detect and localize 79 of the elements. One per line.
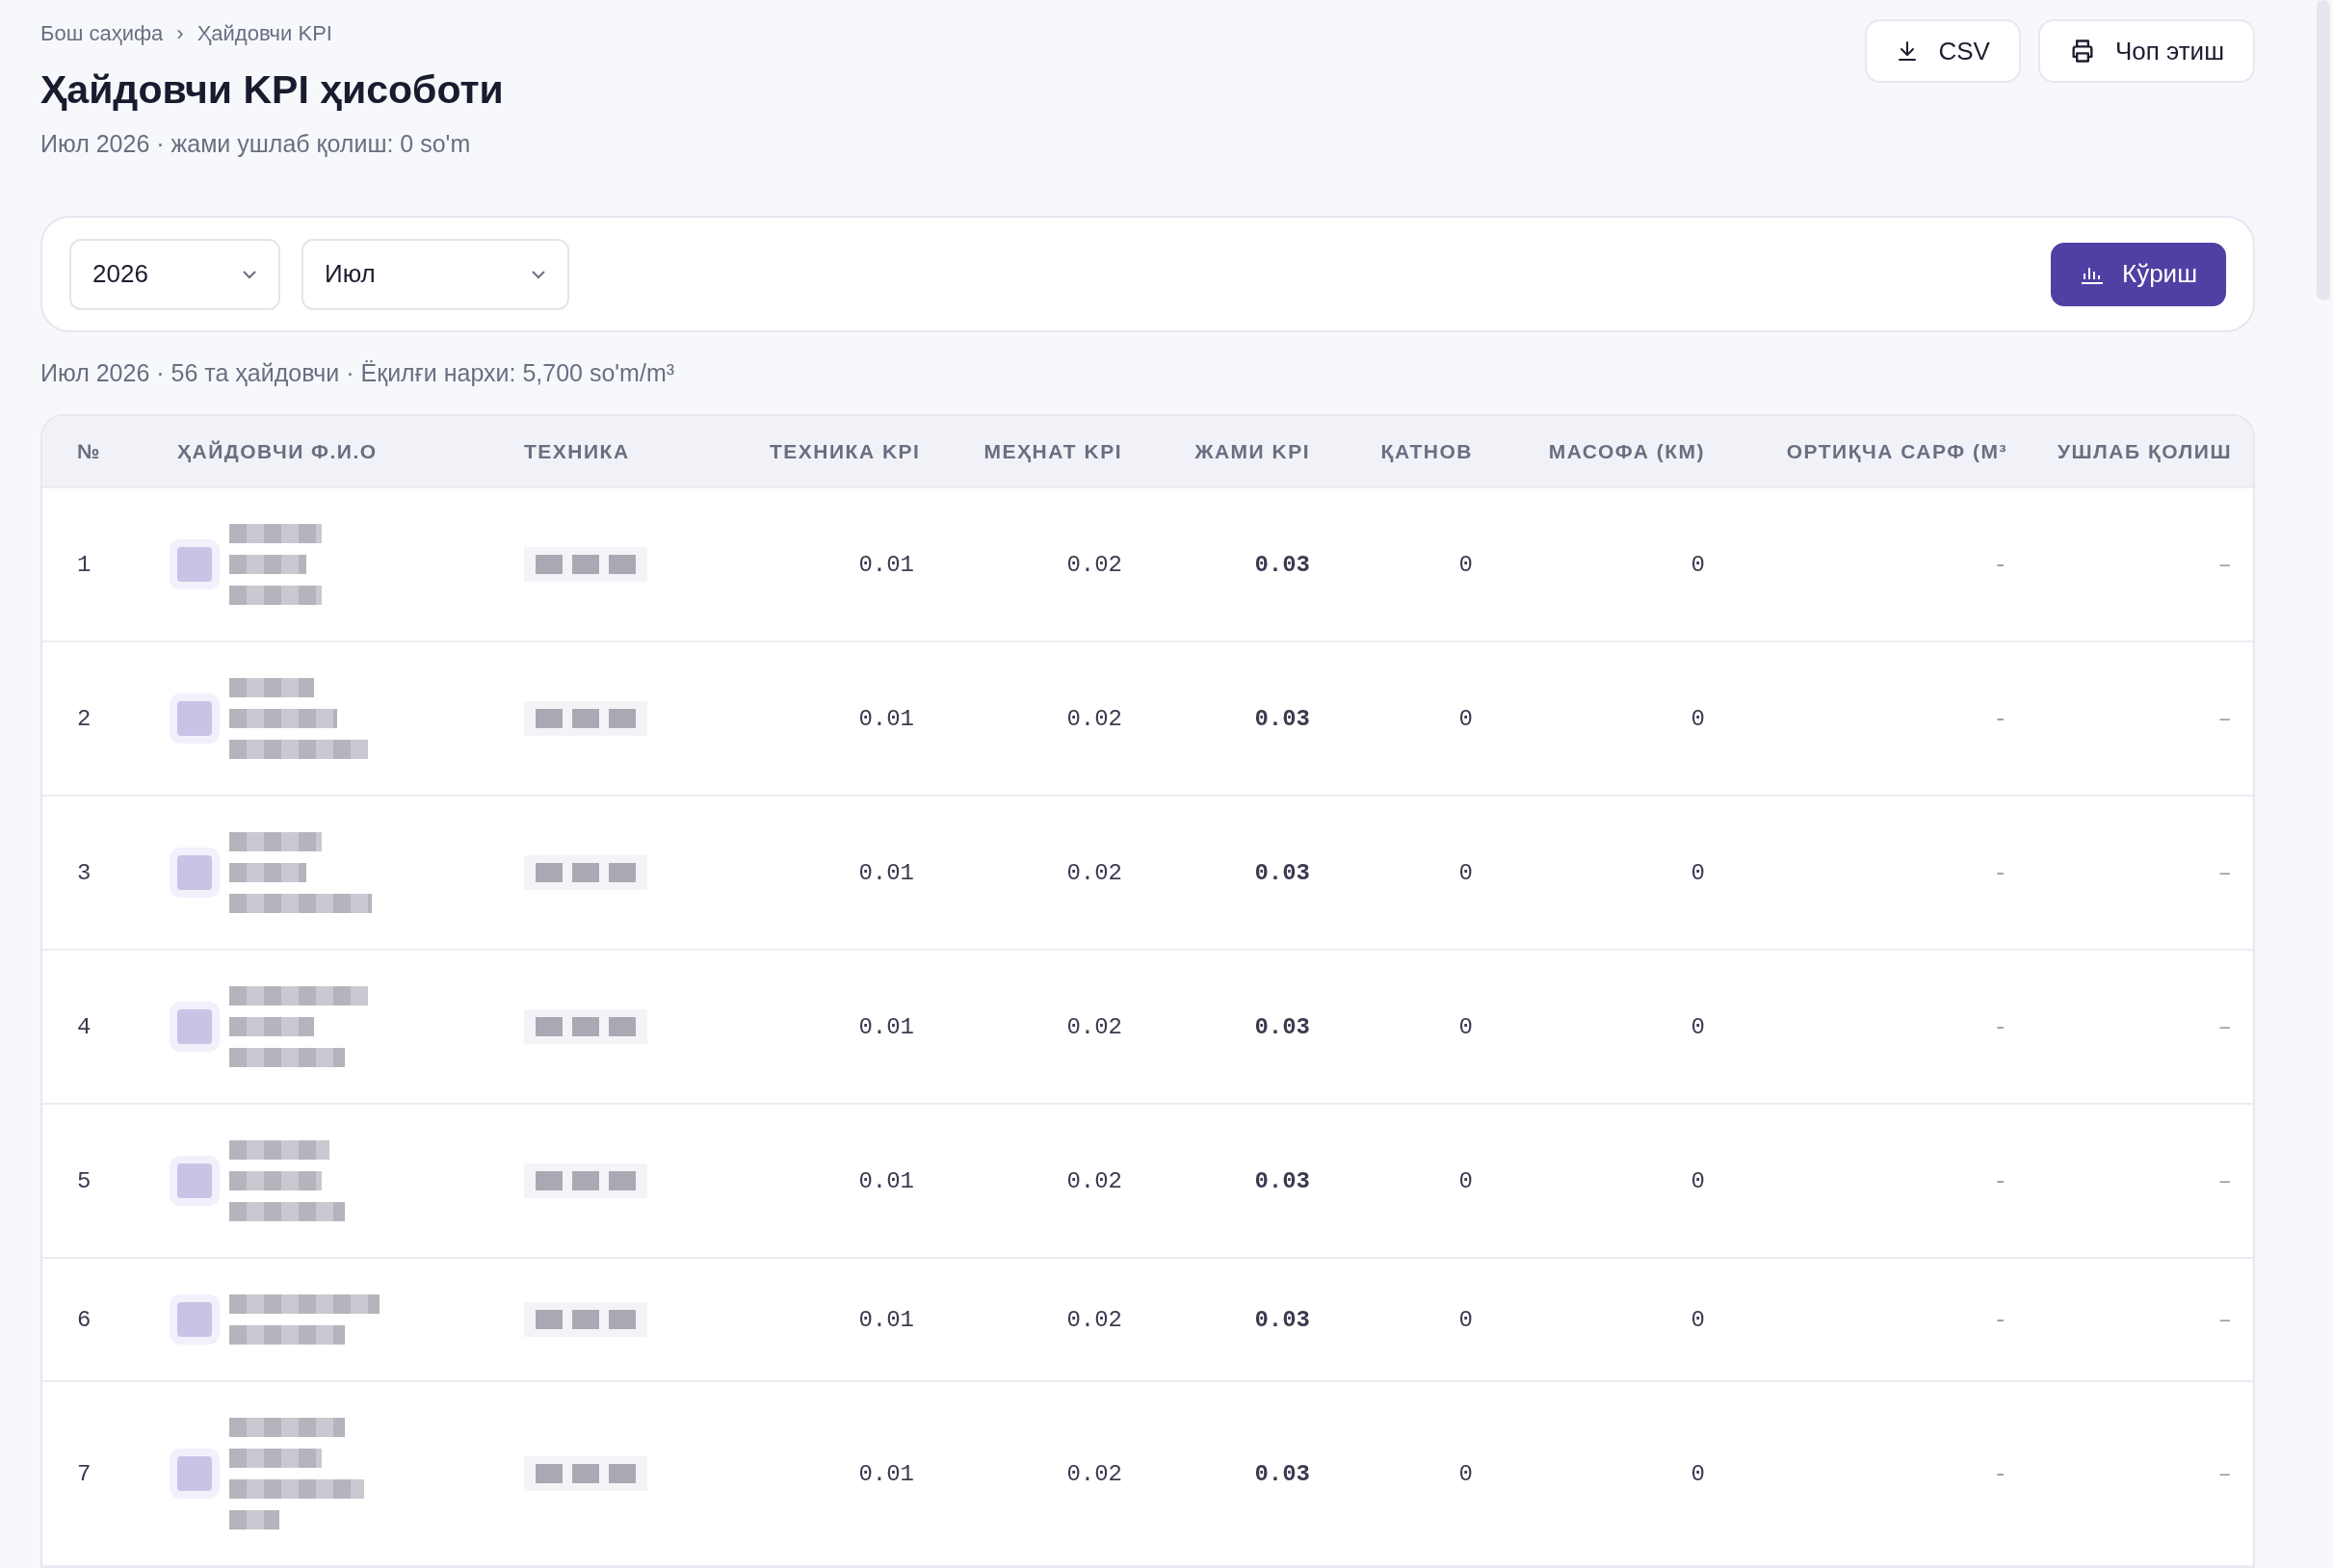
table-cell-text: 0 (1457, 1306, 1474, 1333)
table-cell-text: 0 (1690, 1167, 1706, 1194)
table-cell-text: 0 (1690, 1306, 1706, 1333)
table-cell-text: 0.01 (857, 859, 915, 886)
table-cell-text: 0.02 (1065, 1306, 1123, 1333)
column-header: УШЛАБ ҚОЛИШ (2057, 439, 2232, 462)
table-cell-text: 0 (1457, 1013, 1474, 1040)
table-cell-text: – (2216, 705, 2233, 732)
table-cell-text: 0.03 (1253, 859, 1311, 886)
row-number: 2 (76, 705, 92, 732)
table-cell-text: – (2216, 1460, 2233, 1487)
column-header: ОРТИҚЧА САРФ (М³ (1786, 439, 2007, 462)
table-cell-text: - (1992, 551, 2008, 578)
table-cell-text: - (1992, 859, 2008, 886)
dropdown[interactable]: 2026 (69, 238, 280, 310)
table-cell-text: – (2216, 1167, 2233, 1194)
breadcrumb-link[interactable]: Ҳайдовчи KPI (197, 21, 332, 46)
table-cell-text: 0.01 (857, 1306, 915, 1333)
table-cell-text: - (1992, 705, 2008, 732)
chevron-down-icon (531, 269, 546, 279)
row-number: 5 (76, 1167, 92, 1194)
column-header: МЕҲНАТ KPI (983, 439, 1122, 462)
row-number: 3 (76, 859, 92, 886)
table-cell-text: 0.03 (1253, 1460, 1311, 1487)
table-cell-text: - (1992, 1460, 2008, 1487)
row-number: 7 (76, 1460, 92, 1487)
row-number: 1 (76, 551, 92, 578)
column-header: МАСОФА (КМ) (1548, 439, 1705, 462)
column-header: ҚАТНОВ (1380, 439, 1473, 462)
table-cell-text: 0 (1690, 551, 1706, 578)
table-cell-text: 0.01 (857, 551, 915, 578)
chevron-down-icon (242, 269, 257, 279)
table-cell-text: - (1992, 1306, 2008, 1333)
table-cell-text: 0 (1690, 859, 1706, 886)
report-summary: Июл 2026 · 56 та ҳайдовчи · Ёқилғи нархи: 5,700 so'm/m³ (40, 359, 676, 387)
table-cell-text: 0.02 (1065, 1167, 1123, 1194)
table-cell-text: 0.02 (1065, 705, 1123, 732)
table-cell-text: 0 (1690, 1013, 1706, 1040)
table-cell-text: 0 (1690, 1460, 1706, 1487)
table-cell-text: 0 (1457, 551, 1474, 578)
print-button[interactable]: Чоп этиш (2037, 19, 2255, 83)
table-cell-text: 0 (1457, 1167, 1474, 1194)
table-cell-text: - (1992, 1167, 2008, 1194)
table-cell-text: – (2216, 859, 2233, 886)
table-cell-text: 0 (1690, 705, 1706, 732)
table-cell-text: – (2216, 1306, 2233, 1333)
table-cell-text: 0.03 (1253, 1306, 1311, 1333)
page-title: Ҳайдовчи KPI ҳисоботи (40, 67, 504, 113)
table-cell-text: – (2216, 1013, 2233, 1040)
table-cell-text: – (2216, 551, 2233, 578)
table-cell-text: 0 (1457, 1460, 1474, 1487)
table-cell-text: 0.03 (1253, 705, 1311, 732)
table-cell-text: 0.01 (857, 1460, 915, 1487)
table-cell-text: 0.01 (857, 705, 915, 732)
download-button[interactable]: CSV (1865, 19, 2021, 83)
column-header: ТЕХНИКА (524, 439, 630, 462)
row-number: 4 (76, 1013, 92, 1040)
row-number: 6 (76, 1306, 92, 1333)
view-button[interactable]: Кўриш (2051, 242, 2226, 306)
column-header: ҲАЙДОВЧИ Ф.И.О (177, 439, 378, 462)
breadcrumb-separator: › (176, 21, 184, 46)
breadcrumb-link[interactable]: Бош саҳифа (40, 21, 164, 46)
table-cell-text: 0.02 (1065, 1460, 1123, 1487)
column-header: № (77, 439, 101, 462)
dropdown[interactable]: Июл (301, 238, 569, 310)
table-cell-text: 0.01 (857, 1013, 915, 1040)
table-cell-text: - (1992, 1013, 2008, 1040)
table-cell-text: 0.03 (1253, 1167, 1311, 1194)
column-header: ТЕХНИКА KPI (770, 439, 921, 462)
table-cell-text: 0.01 (857, 1167, 915, 1194)
table-cell-text: 0.03 (1253, 1013, 1311, 1040)
table-cell-text: 0.02 (1065, 1013, 1123, 1040)
table-cell-text: 0.02 (1065, 859, 1123, 886)
table-cell-text: 0 (1457, 705, 1474, 732)
table-cell-text: 0.02 (1065, 551, 1123, 578)
column-header: ЖАМИ KPI (1194, 439, 1310, 462)
table-cell-text: 0.03 (1253, 551, 1311, 578)
page-subtitle: Июл 2026 · жами ушлаб қолиш: 0 so'm (40, 130, 472, 158)
table-cell-text: 0 (1457, 859, 1474, 886)
